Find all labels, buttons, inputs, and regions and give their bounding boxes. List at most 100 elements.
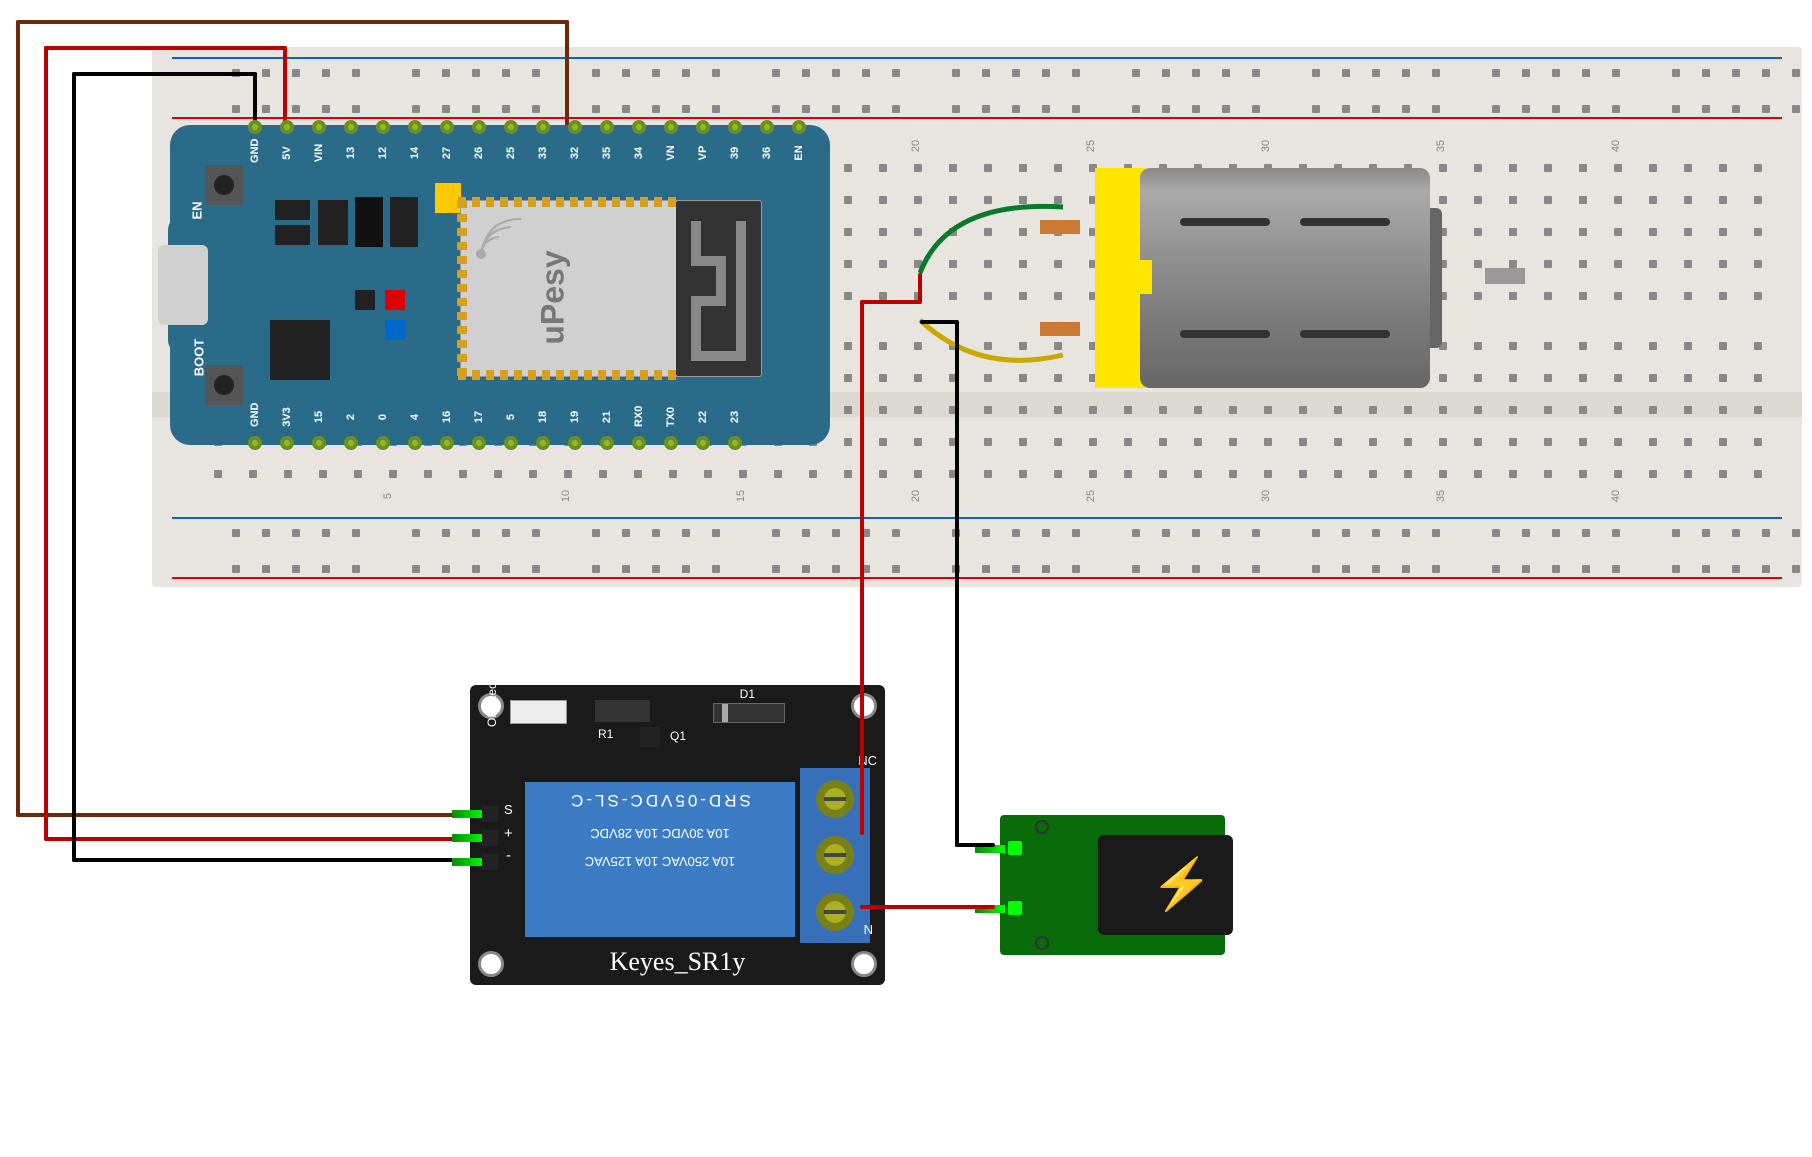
esp-pin-label: 5V [281, 143, 293, 163]
esp-pin-label: 18 [537, 407, 549, 427]
esp-pin-label: 39 [729, 143, 741, 163]
esp-pin-23[interactable] [728, 436, 742, 450]
esp-pin-22[interactable] [696, 436, 710, 450]
esp-pin-label: 17 [473, 407, 485, 427]
esp-pin-RX0[interactable] [632, 436, 646, 450]
esp-pin-label: 3V3 [281, 407, 293, 427]
esp-pin-TX0[interactable] [664, 436, 678, 450]
wire-red-motor [918, 273, 922, 304]
esp-pin-27[interactable] [440, 120, 454, 134]
r1-label: R1 [598, 727, 613, 741]
esp-pin-label: TX0 [665, 407, 677, 427]
relay-pin-s[interactable] [452, 810, 484, 818]
relay-screw-no[interactable] [816, 893, 854, 931]
esp-pin-5V[interactable] [280, 120, 294, 134]
esp-pin-VIN[interactable] [312, 120, 326, 134]
esp-pin-label: 5 [505, 407, 517, 427]
wire-black-motor [955, 843, 995, 847]
esp-pin-label: 2 [345, 407, 357, 427]
esp-pin-label: 36 [761, 143, 773, 163]
esp-pin-GND[interactable] [248, 120, 262, 134]
esp-pin-label: GND [249, 143, 261, 163]
esp-pin-36[interactable] [760, 120, 774, 134]
esp-pin-39[interactable] [728, 120, 742, 134]
esp-pin-label: 33 [537, 143, 549, 163]
esp-pin-label: 15 [313, 407, 325, 427]
esp-pin-label: 21 [601, 407, 613, 427]
relay-module: R1 Q1 D1 ON_Led SRD-05VDC-SL-C 10A 30VDC… [470, 685, 885, 985]
diode-d1 [713, 703, 785, 723]
esp-pin-16[interactable] [440, 436, 454, 450]
wire-green [918, 195, 1068, 285]
wire-black-gnd [72, 72, 257, 76]
relay-n-label: N [864, 922, 873, 937]
wire-red-vcc [44, 837, 472, 841]
esp-pin-2[interactable] [344, 436, 358, 450]
relay-minus-label: - [506, 847, 511, 864]
esp-pin-VN[interactable] [664, 120, 678, 134]
module-brand-label: uPesy [535, 250, 572, 344]
esp-pin-label: 25 [505, 143, 517, 163]
wire-black-gnd [72, 72, 76, 862]
esp-pin-25[interactable] [504, 120, 518, 134]
relay-rating-1: 10A 250VAC 10A 125VAC [535, 854, 785, 869]
esp-pin-12[interactable] [376, 120, 390, 134]
esp-pin-19[interactable] [568, 436, 582, 450]
esp-pin-label: VN [665, 143, 677, 163]
esp-pin-label: 27 [441, 143, 453, 163]
esp-pin-35[interactable] [600, 120, 614, 134]
resistor-r1 [595, 700, 650, 722]
esp-pin-32[interactable] [568, 120, 582, 134]
esp-pin-3V3[interactable] [280, 436, 294, 450]
esp-pin-label: 26 [473, 143, 485, 163]
relay-pin-minus[interactable] [452, 858, 484, 866]
esp-pin-VP[interactable] [696, 120, 710, 134]
esp-pin-17[interactable] [472, 436, 486, 450]
esp-pin-label: 16 [441, 407, 453, 427]
esp-pin-21[interactable] [600, 436, 614, 450]
esp-pin-label: 34 [633, 143, 645, 163]
esp-pin-14[interactable] [408, 120, 422, 134]
esp-pin-label: 13 [345, 143, 357, 163]
wire-red-vcc [44, 46, 48, 841]
esp-pin-label: GND [249, 407, 261, 427]
wire-black-gnd [72, 858, 472, 862]
esp-pin-GND[interactable] [248, 436, 262, 450]
esp-pin-EN[interactable] [792, 120, 806, 134]
relay-title: Keyes_SR1y [610, 947, 746, 977]
esp-pin-18[interactable] [536, 436, 550, 450]
esp-pin-15[interactable] [312, 436, 326, 450]
en-button[interactable] [205, 165, 243, 205]
wire-black-motor [955, 320, 959, 847]
esp-pin-34[interactable] [632, 120, 646, 134]
esp-pin-13[interactable] [344, 120, 358, 134]
relay-screw-nc[interactable] [816, 780, 854, 818]
relay-screw-com[interactable] [816, 836, 854, 874]
dc-barrel-connector[interactable] [1098, 835, 1233, 935]
wire-red-power [860, 905, 995, 909]
esp-pin-label: 35 [601, 143, 613, 163]
esp-pin-label: VIN [313, 143, 325, 163]
wire-yellow [918, 300, 1068, 380]
boot-button[interactable] [205, 365, 243, 405]
esp-pin-label: EN [793, 143, 805, 163]
usb-c-port [158, 245, 208, 325]
esp-pin-0[interactable] [376, 436, 390, 450]
esp-pin-26[interactable] [472, 120, 486, 134]
wire-red-motor [860, 300, 922, 304]
esp-pin-4[interactable] [408, 436, 422, 450]
esp-pin-label: 23 [729, 407, 741, 427]
relay-pin-plus[interactable] [452, 834, 484, 842]
boot-button-label: BOOT [191, 339, 206, 377]
d1-label: D1 [740, 687, 755, 701]
wire-black-motor [920, 320, 958, 324]
esp-pin-label: 19 [569, 407, 581, 427]
on-led [510, 700, 567, 724]
relay-rating-2: 10A 30VDC 10A 28VDC [535, 826, 785, 841]
esp-pin-label: RX0 [633, 407, 645, 427]
wire-brown [16, 20, 20, 817]
esp-pin-label: 4 [409, 407, 421, 427]
esp-pin-5[interactable] [504, 436, 518, 450]
wire-brown [16, 813, 471, 817]
esp-pin-33[interactable] [536, 120, 550, 134]
